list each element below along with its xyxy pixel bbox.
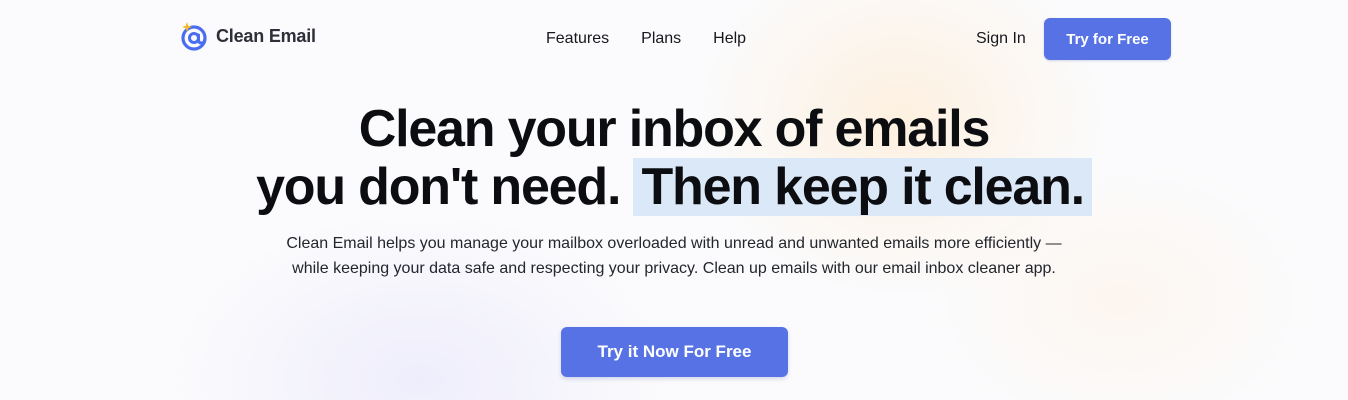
logo-text: Clean Email xyxy=(216,25,316,46)
hero-title: Clean your inbox of emails you don't nee… xyxy=(0,100,1348,216)
hero-title-highlight: Then keep it clean. xyxy=(633,158,1092,216)
try-now-free-button[interactable]: Try it Now For Free xyxy=(561,327,788,377)
try-for-free-button[interactable]: Try for Free xyxy=(1044,18,1171,60)
hero-subtitle: Clean Email helps you manage your mailbo… xyxy=(286,235,1062,277)
nav-help[interactable]: Help xyxy=(713,30,746,48)
nav-features[interactable]: Features xyxy=(546,30,609,48)
site-header: Clean Email Features Plans Help Sign In … xyxy=(0,0,1348,78)
hero-title-line-2: you don't need. Then keep it clean. xyxy=(0,158,1348,216)
hero-title-plain: you don't need. xyxy=(256,158,621,216)
nav-plans[interactable]: Plans xyxy=(641,30,681,48)
main-nav: Features Plans Help xyxy=(546,30,746,48)
sign-in-link[interactable]: Sign In xyxy=(976,30,1026,48)
logo-link[interactable]: Clean Email xyxy=(180,20,316,52)
at-sign-sparkle-icon xyxy=(181,22,207,51)
hero-title-line-1: Clean your inbox of emails xyxy=(358,100,991,158)
